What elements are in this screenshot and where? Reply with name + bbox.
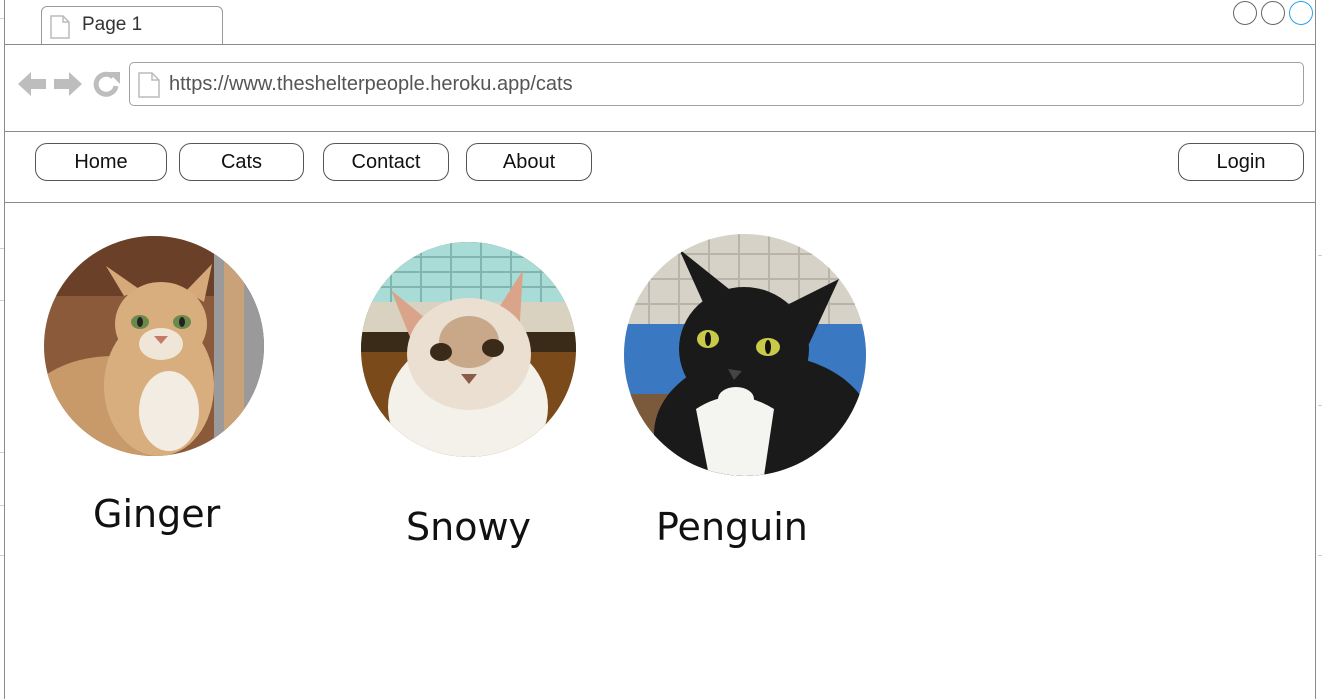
url-text: https://www.theshelterpeople.heroku.app/…	[169, 73, 573, 95]
cat-photo-penguin[interactable]	[624, 234, 866, 476]
cat-name-ginger: Ginger	[93, 492, 221, 536]
cat-photo-snowy[interactable]	[361, 242, 576, 457]
cat-name-snowy: Snowy	[406, 505, 532, 549]
minimize-button[interactable]	[1233, 1, 1257, 25]
nav-about-button[interactable]: About	[466, 143, 592, 181]
close-button[interactable]	[1289, 1, 1313, 25]
address-bar-row: https://www.theshelterpeople.heroku.app/…	[5, 45, 1315, 132]
site-navbar: Home Cats Contact About Login	[5, 132, 1315, 203]
window-controls	[1233, 1, 1313, 25]
tab-strip: Page 1	[5, 0, 1315, 45]
url-field[interactable]: https://www.theshelterpeople.heroku.app/…	[129, 62, 1304, 106]
document-icon	[50, 15, 70, 44]
cat-photo-ginger[interactable]	[44, 236, 264, 456]
cat-name-penguin: Penguin	[656, 505, 808, 549]
browser-tab[interactable]: Page 1	[41, 6, 223, 44]
login-button[interactable]: Login	[1178, 143, 1304, 181]
nav-cats-button[interactable]: Cats	[179, 143, 304, 181]
ruler-tick	[1318, 405, 1322, 406]
back-arrow-icon[interactable]	[17, 69, 47, 104]
nav-home-button[interactable]: Home	[35, 143, 167, 181]
ruler-tick	[1318, 555, 1322, 556]
forward-arrow-icon[interactable]	[53, 69, 83, 104]
ruler-tick	[1318, 255, 1322, 256]
tab-title: Page 1	[82, 14, 143, 35]
nav-contact-button[interactable]: Contact	[323, 143, 449, 181]
page-icon	[138, 72, 160, 103]
maximize-button[interactable]	[1261, 1, 1285, 25]
refresh-icon[interactable]	[91, 69, 121, 104]
